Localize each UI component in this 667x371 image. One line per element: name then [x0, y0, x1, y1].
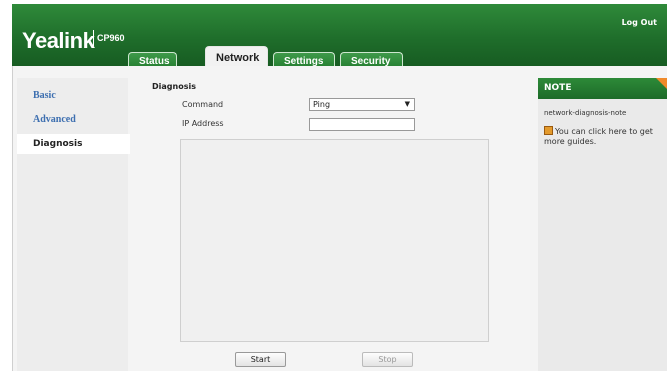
diagnosis-output-area	[180, 139, 489, 342]
command-select[interactable]: Ping ▼	[309, 98, 415, 111]
sidebar-item-basic[interactable]: Basic	[17, 86, 128, 106]
guides-link-text: You can click here to get more guides.	[544, 127, 653, 146]
ip-address-input[interactable]	[309, 118, 415, 131]
note-panel: NOTE network-diagnosis-note You can clic…	[538, 78, 667, 371]
stop-button[interactable]: Stop	[362, 352, 413, 367]
logout-link[interactable]: Log Out	[622, 18, 657, 27]
sidebar-item-advanced[interactable]: Advanced	[17, 110, 128, 130]
logo-separator	[93, 30, 94, 46]
sidebar-item-diagnosis[interactable]: Diagnosis	[17, 134, 130, 154]
note-text: network-diagnosis-note	[544, 109, 627, 117]
guides-link[interactable]: You can click here to get more guides.	[544, 126, 662, 147]
yealink-logo: Yealink	[22, 28, 95, 53]
note-title: NOTE	[538, 78, 667, 99]
dropdown-arrow-icon: ▼	[404, 100, 410, 108]
model-label: CP960	[97, 33, 125, 43]
section-title: Diagnosis	[152, 82, 196, 91]
command-select-value: Ping	[313, 100, 331, 109]
left-divider	[12, 66, 13, 371]
note-corner-icon	[656, 78, 667, 89]
sidebar: Basic Advanced Diagnosis	[17, 78, 130, 371]
book-icon	[544, 126, 553, 135]
ip-address-label: IP Address	[182, 119, 224, 128]
start-button[interactable]: Start	[235, 352, 286, 367]
command-label: Command	[182, 100, 224, 109]
header-bar: Yealink CP960 Log Out Status Network Set…	[12, 4, 667, 70]
